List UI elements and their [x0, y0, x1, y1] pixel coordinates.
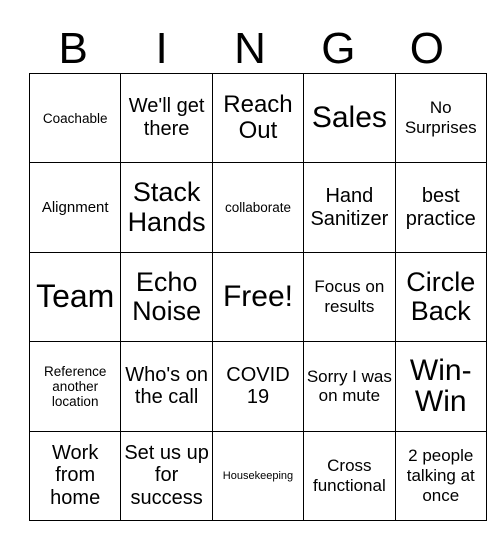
bingo-cell[interactable]: Win-Win: [394, 341, 487, 432]
bingo-cell[interactable]: Housekeeping: [211, 430, 305, 521]
bingo-cell[interactable]: Who's on the call: [120, 341, 213, 432]
bingo-cell[interactable]: Cross functional: [303, 430, 396, 521]
bingo-cell-label: Alignment: [41, 199, 109, 217]
header-letter-o: O: [409, 24, 444, 73]
bingo-cell[interactable]: We'll get there: [120, 72, 213, 164]
bingo-cell[interactable]: Focus on results: [303, 251, 396, 343]
bingo-cell-free[interactable]: Free!: [211, 251, 305, 343]
bingo-cell[interactable]: 2 people talking at once: [394, 430, 487, 521]
bingo-cell[interactable]: Circle Back: [394, 251, 487, 343]
bingo-cell-label: 2 people talking at once: [406, 446, 475, 505]
bingo-cell[interactable]: Team: [28, 251, 122, 343]
bingo-cell-label: Set us up for success: [124, 441, 209, 510]
bingo-cell-label: collaborate: [224, 200, 291, 216]
header-letter-b: B: [58, 24, 88, 73]
bingo-cell-label: Work from home: [50, 441, 101, 510]
bingo-header: B I N G O: [29, 14, 471, 72]
bingo-cell-label: Reach Out: [223, 90, 293, 145]
bingo-row: Coachable We'll get there Reach Out Sale…: [28, 72, 487, 164]
header-letter-g: G: [321, 24, 356, 73]
bingo-cell[interactable]: collaborate: [211, 162, 305, 253]
bingo-cell-label: Who's on the call: [125, 363, 208, 409]
bingo-cell-label: Stack Hands: [127, 177, 206, 237]
bingo-cell-label: Focus on results: [314, 277, 385, 316]
bingo-cell[interactable]: Set us up for success: [120, 430, 213, 521]
bingo-cell-label: Team: [36, 278, 115, 315]
bingo-cell-label: We'll get there: [128, 95, 205, 141]
header-letter-i: I: [155, 24, 168, 73]
bingo-cell-label: Echo Noise: [132, 266, 202, 326]
bingo-row: Work from home Set us up for success Hou…: [28, 430, 487, 521]
header-letter-n: N: [234, 24, 266, 73]
bingo-row: Team Echo Noise Free! Focus on results C…: [28, 251, 487, 343]
bingo-card: B I N G O Coachable We'll get there Reac…: [0, 0, 500, 544]
bingo-row: Alignment Stack Hands collaborate Hand S…: [28, 162, 487, 253]
bingo-cell-label: No Surprises: [404, 98, 477, 138]
bingo-cell[interactable]: Echo Noise: [120, 251, 213, 343]
bingo-cell-label: Win-Win: [409, 353, 472, 419]
bingo-cell[interactable]: Sales: [303, 72, 396, 164]
bingo-cell-label: Sales: [311, 101, 387, 135]
bingo-cell[interactable]: Reference another location: [28, 341, 122, 432]
bingo-cell-label: COVID 19: [226, 363, 290, 409]
bingo-cell-label: Reference another location: [44, 363, 107, 409]
bingo-cell[interactable]: Hand Sanitizer: [303, 162, 396, 253]
bingo-cell[interactable]: Reach Out: [211, 72, 305, 164]
bingo-cell[interactable]: COVID 19: [211, 341, 305, 432]
bingo-cell[interactable]: Alignment: [28, 162, 122, 253]
bingo-cell-label: Circle Back: [406, 266, 476, 326]
bingo-cell[interactable]: Coachable: [28, 72, 122, 164]
bingo-cell-label: Coachable: [42, 110, 108, 126]
bingo-grid: Coachable We'll get there Reach Out Sale…: [28, 72, 487, 521]
bingo-cell-label: Cross functional: [312, 456, 386, 495]
bingo-cell[interactable]: Work from home: [28, 430, 122, 521]
bingo-cell-label: Sorry I was on mute: [306, 366, 392, 406]
bingo-cell-label: Housekeeping: [222, 469, 294, 482]
bingo-cell[interactable]: Sorry I was on mute: [303, 341, 396, 432]
bingo-row: Reference another location Who's on the …: [28, 341, 487, 432]
bingo-cell[interactable]: Stack Hands: [120, 162, 213, 253]
bingo-cell[interactable]: No Surprises: [394, 72, 487, 164]
bingo-cell-label: Free!: [222, 280, 293, 314]
bingo-cell-label: best practice: [405, 184, 476, 230]
bingo-cell-label: Hand Sanitizer: [310, 184, 389, 230]
bingo-cell[interactable]: best practice: [394, 162, 487, 253]
